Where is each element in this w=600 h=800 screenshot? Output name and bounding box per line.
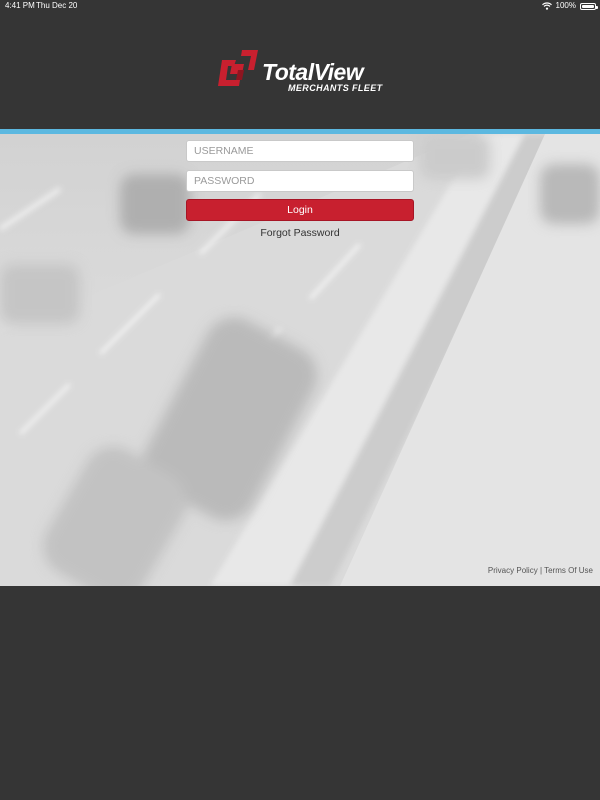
privacy-policy-link[interactable]: Privacy Policy	[488, 566, 538, 575]
bottom-panel	[0, 586, 600, 800]
status-right: 100%	[541, 0, 598, 12]
brand-subtitle: MERCHANTS FLEET	[288, 83, 383, 93]
totalview-logo: TotalView MERCHANTS FLEET	[218, 50, 388, 96]
forgot-password-link[interactable]: Forgot Password	[186, 227, 414, 239]
username-input[interactable]	[186, 140, 414, 162]
login-button[interactable]: Login	[186, 199, 414, 221]
wifi-icon	[541, 2, 552, 10]
footer-separator: |	[539, 566, 543, 575]
battery-icon	[580, 2, 598, 10]
status-time: 4:41 PM	[5, 1, 35, 10]
terms-of-use-link[interactable]: Terms Of Use	[544, 566, 593, 575]
battery-fill	[582, 4, 594, 8]
battery-percent: 100%	[555, 1, 576, 10]
password-input[interactable]	[186, 170, 414, 192]
header: TotalView MERCHANTS FLEET	[0, 0, 600, 129]
status-date: Thu Dec 20	[36, 1, 78, 10]
footer-links: Privacy Policy | Terms Of Use	[488, 566, 593, 575]
logo-mark-icon	[218, 50, 258, 86]
brand-name: TotalView	[262, 59, 364, 85]
status-bar: 4:41 PM Thu Dec 20 100%	[0, 0, 600, 12]
login-button-label: Login	[287, 204, 313, 216]
